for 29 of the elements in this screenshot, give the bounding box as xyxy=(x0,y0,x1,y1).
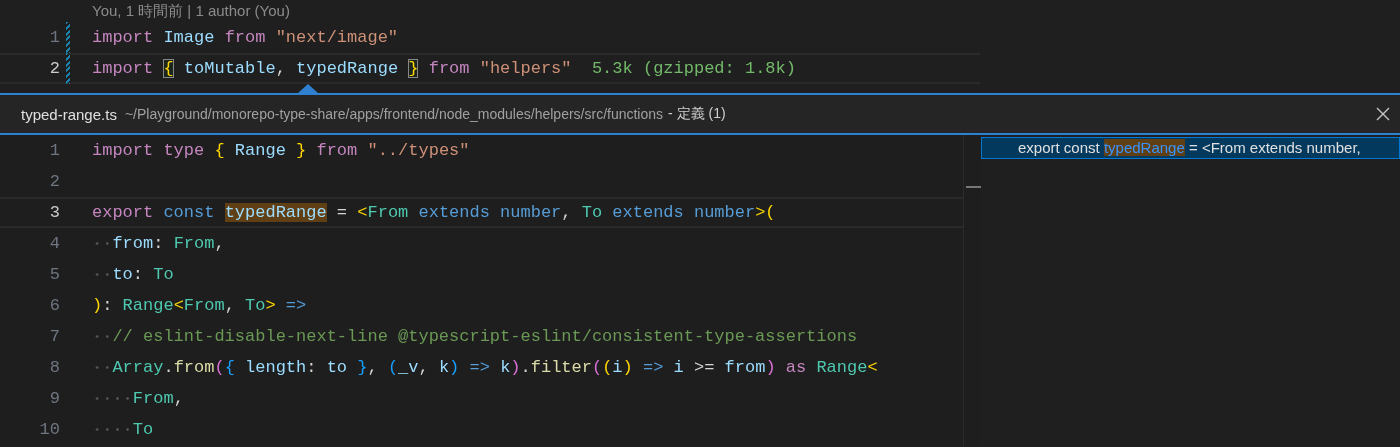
line-number: 2 xyxy=(48,59,60,78)
code-line: from: From, xyxy=(92,234,225,253)
line-number: 8 xyxy=(48,358,60,377)
definition-count: - 定義 (1) xyxy=(668,105,726,123)
scrollbar[interactable] xyxy=(963,135,981,447)
code-line: From, xyxy=(92,389,184,408)
reference-item[interactable]: export const typedRange = <From extends number, xyxy=(981,137,1400,159)
line-number: 2 xyxy=(48,172,60,191)
file-path: ~/Playground/monorepo-type-share/apps/frontend/node_modules/helpers/src/functions xyxy=(124,106,664,122)
code-line: import { toMutable, typedRange } from "helpers" 5.3k (gzipped: 1.8k) xyxy=(92,59,796,78)
file-name: typed-range.ts xyxy=(21,105,117,123)
line-number: 5 xyxy=(48,265,60,284)
line-number: 1 xyxy=(48,28,60,47)
code-line: Array.from({ length: to }, (_v, k) => k).filter((i) => i >= from) as Range< xyxy=(92,358,878,377)
line-number: 10 xyxy=(38,420,60,439)
code-line: to: To xyxy=(92,265,174,284)
line-number: 1 xyxy=(48,141,60,160)
line-number: 9 xyxy=(48,389,60,408)
codelens-text[interactable]: You, 1 時間前 | 1 author (You) xyxy=(0,0,1400,22)
code-line: ): Range<From, To> => xyxy=(92,296,307,315)
line-number: 4 xyxy=(48,234,60,253)
close-icon[interactable] xyxy=(1376,107,1390,121)
code-line: import type { Range } from "../types" xyxy=(92,141,470,160)
code-line: // eslint-disable-next-line @typescript-eslint/consistent-type-assertions xyxy=(92,327,858,346)
code-line: export const typedRange = <From extends number, To extends number>( xyxy=(92,203,776,222)
line-number: 7 xyxy=(48,327,60,346)
code-line: import Image from "next/image" xyxy=(92,28,399,47)
line-number: 6 xyxy=(48,296,60,315)
line-number: 3 xyxy=(48,203,60,222)
